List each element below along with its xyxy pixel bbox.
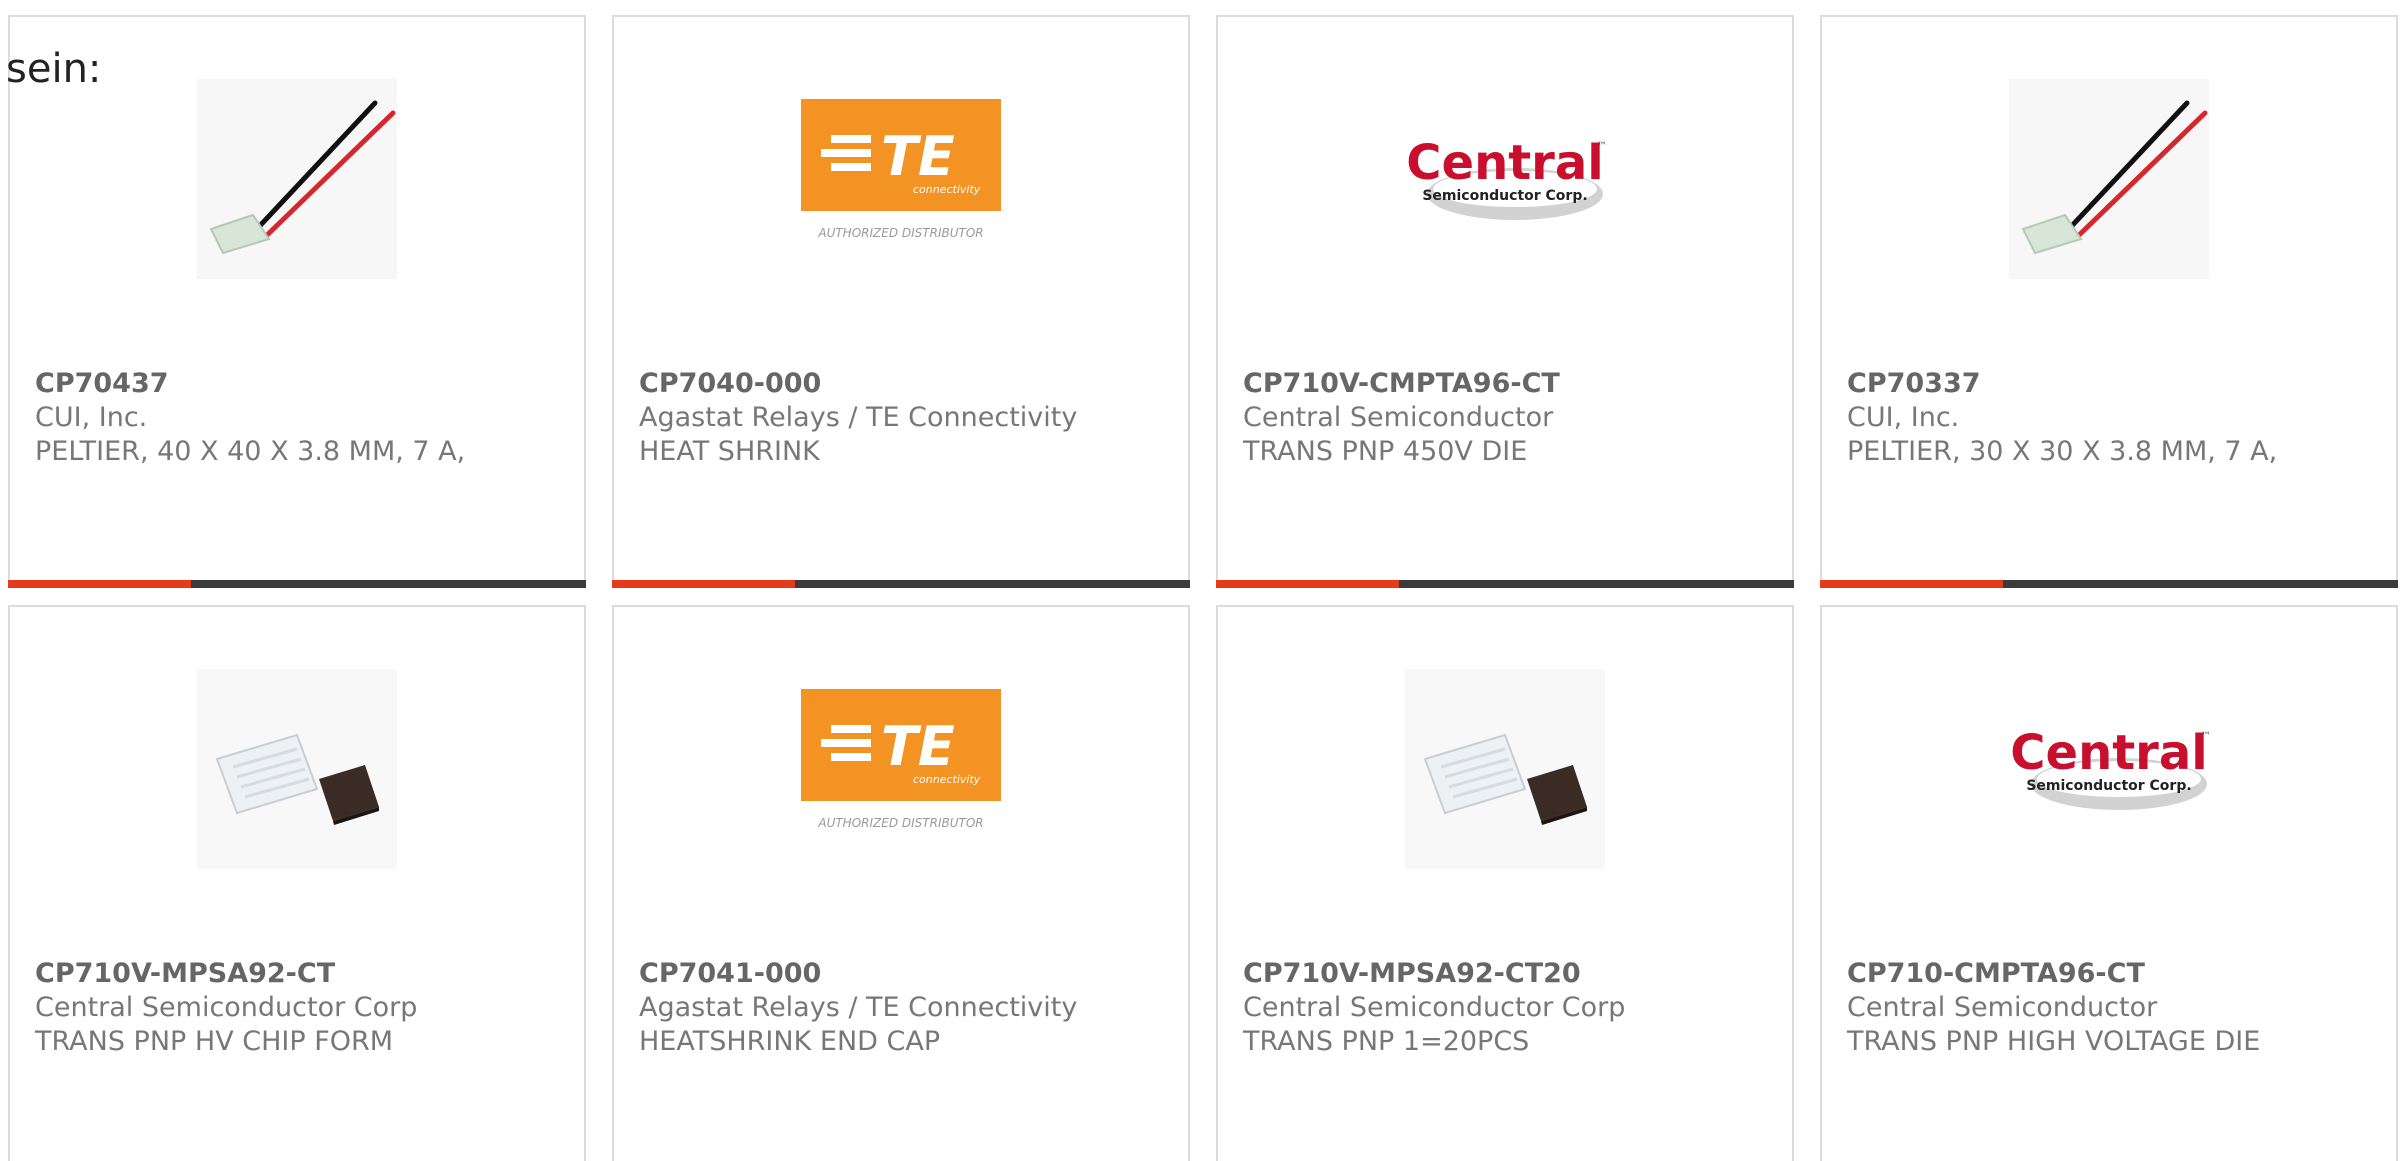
card-accent-bar	[1820, 580, 2003, 588]
card-bottom-bar	[612, 580, 1190, 588]
product-card[interactable]: CP70337 CUI, Inc. PELTIER, 30 X 30 X 3.8…	[1820, 15, 2398, 588]
product-info: CP70437 CUI, Inc. PELTIER, 40 X 40 X 3.8…	[35, 367, 465, 469]
product-info: CP710V-CMPTA96-CT Central Semiconductor …	[1243, 367, 1560, 469]
part-number[interactable]: CP710V-MPSA92-CT20	[1243, 957, 1625, 991]
description: PELTIER, 40 X 40 X 3.8 MM, 7 A,	[35, 436, 466, 467]
central-logo-mark: Central	[1406, 135, 1603, 191]
part-number[interactable]: CP710-CMPTA96-CT	[1847, 957, 2260, 991]
product-image[interactable]: Central ™ Semiconductor Corp.	[1405, 79, 1605, 279]
part-number[interactable]: CP7040-000	[639, 367, 1077, 401]
product-image[interactable]	[1405, 669, 1605, 869]
card-accent-bar	[612, 580, 795, 588]
description: PELTIER, 30 X 30 X 3.8 MM, 7 A,	[1847, 436, 2278, 467]
manufacturer: Agastat Relays / TE Connectivity	[639, 992, 1078, 1023]
te-connectivity-logo: TE connectivity AUTHORIZED DISTRIBUTOR	[801, 99, 1001, 240]
product-info: CP710-CMPTA96-CT Central Semiconductor T…	[1847, 957, 2260, 1059]
central-logo-sub: Semiconductor Corp.	[1422, 188, 1587, 204]
card-accent-bar	[1216, 580, 1399, 588]
manufacturer: CUI, Inc.	[35, 402, 148, 433]
product-card[interactable]: CP710V-MPSA92-CT20 Central Semiconductor…	[1216, 605, 1794, 1161]
chip-icon	[197, 669, 397, 869]
description: HEATSHRINK END CAP	[639, 1026, 941, 1057]
part-number[interactable]: CP70337	[1847, 367, 2277, 401]
central-logo-sub: Semiconductor Corp.	[2026, 778, 2191, 794]
product-image[interactable]	[197, 79, 397, 279]
product-card[interactable]: Central ™ Semiconductor Corp. CP710-CMPT…	[1820, 605, 2398, 1161]
te-logo-caption: AUTHORIZED DISTRIBUTOR	[817, 816, 983, 830]
product-image[interactable]: TE connectivity AUTHORIZED DISTRIBUTOR	[801, 669, 1001, 869]
product-info: CP70337 CUI, Inc. PELTIER, 30 X 30 X 3.8…	[1847, 367, 2277, 469]
part-number[interactable]: CP7041-000	[639, 957, 1077, 991]
chip-icon	[1405, 669, 1605, 869]
manufacturer: Agastat Relays / TE Connectivity	[639, 402, 1078, 433]
manufacturer: Central Semiconductor	[1847, 992, 2158, 1023]
peltier-module-icon	[197, 79, 397, 279]
product-image[interactable]: TE connectivity AUTHORIZED DISTRIBUTOR	[801, 79, 1001, 279]
manufacturer: Central Semiconductor Corp	[35, 992, 418, 1023]
product-card[interactable]: Central ™ Semiconductor Corp. CP710V-CMP…	[1216, 15, 1794, 588]
card-bottom-bar	[1216, 580, 1794, 588]
product-image[interactable]	[197, 669, 397, 869]
card-bottom-bar	[1820, 580, 2398, 588]
card-bottom-bar	[8, 580, 586, 588]
central-logo-tm: ™	[2201, 731, 2209, 742]
product-grid-page: sein: CP70437 CUI, Inc. PELTIER, 40 X 40…	[0, 0, 2400, 1161]
central-logo-tm: ™	[1597, 141, 1605, 152]
product-info: CP710V-MPSA92-CT20 Central Semiconductor…	[1243, 957, 1625, 1059]
central-semiconductor-logo: Central ™ Semiconductor Corp.	[1406, 135, 1605, 220]
te-connectivity-logo: TE connectivity AUTHORIZED DISTRIBUTOR	[801, 689, 1001, 830]
manufacturer: CUI, Inc.	[1847, 402, 1960, 433]
manufacturer: Central Semiconductor	[1243, 402, 1554, 433]
product-card[interactable]: TE connectivity AUTHORIZED DISTRIBUTOR C…	[612, 605, 1190, 1161]
central-logo-mark: Central	[2010, 725, 2207, 781]
product-info: CP7040-000 Agastat Relays / TE Connectiv…	[639, 367, 1077, 469]
card-accent-bar	[8, 580, 191, 588]
te-logo-mark: TE	[881, 125, 955, 188]
description: HEAT SHRINK	[639, 436, 820, 467]
prefix-text: sein:	[6, 46, 102, 92]
te-logo-sub: connectivity	[913, 183, 981, 196]
product-card[interactable]: TE connectivity AUTHORIZED DISTRIBUTOR C…	[612, 15, 1190, 588]
te-logo-mark: TE	[881, 715, 955, 778]
product-image[interactable]: Central ™ Semiconductor Corp.	[2009, 669, 2209, 869]
te-logo-caption: AUTHORIZED DISTRIBUTOR	[817, 226, 983, 240]
description: TRANS PNP 450V DIE	[1243, 436, 1528, 467]
peltier-module-icon	[2009, 79, 2209, 279]
description: TRANS PNP HV CHIP FORM	[35, 1026, 394, 1057]
product-card[interactable]: CP70437 CUI, Inc. PELTIER, 40 X 40 X 3.8…	[8, 15, 586, 588]
description: TRANS PNP HIGH VOLTAGE DIE	[1847, 1026, 2261, 1057]
product-info: CP710V-MPSA92-CT Central Semiconductor C…	[35, 957, 417, 1059]
product-card[interactable]: CP710V-MPSA92-CT Central Semiconductor C…	[8, 605, 586, 1161]
te-logo-sub: connectivity	[913, 773, 981, 786]
product-info: CP7041-000 Agastat Relays / TE Connectiv…	[639, 957, 1077, 1059]
central-semiconductor-logo: Central ™ Semiconductor Corp.	[2010, 725, 2209, 810]
part-number[interactable]: CP70437	[35, 367, 465, 401]
product-image[interactable]	[2009, 79, 2209, 279]
manufacturer: Central Semiconductor Corp	[1243, 992, 1626, 1023]
part-number[interactable]: CP710V-MPSA92-CT	[35, 957, 417, 991]
description: TRANS PNP 1=20PCS	[1243, 1026, 1530, 1057]
part-number[interactable]: CP710V-CMPTA96-CT	[1243, 367, 1560, 401]
